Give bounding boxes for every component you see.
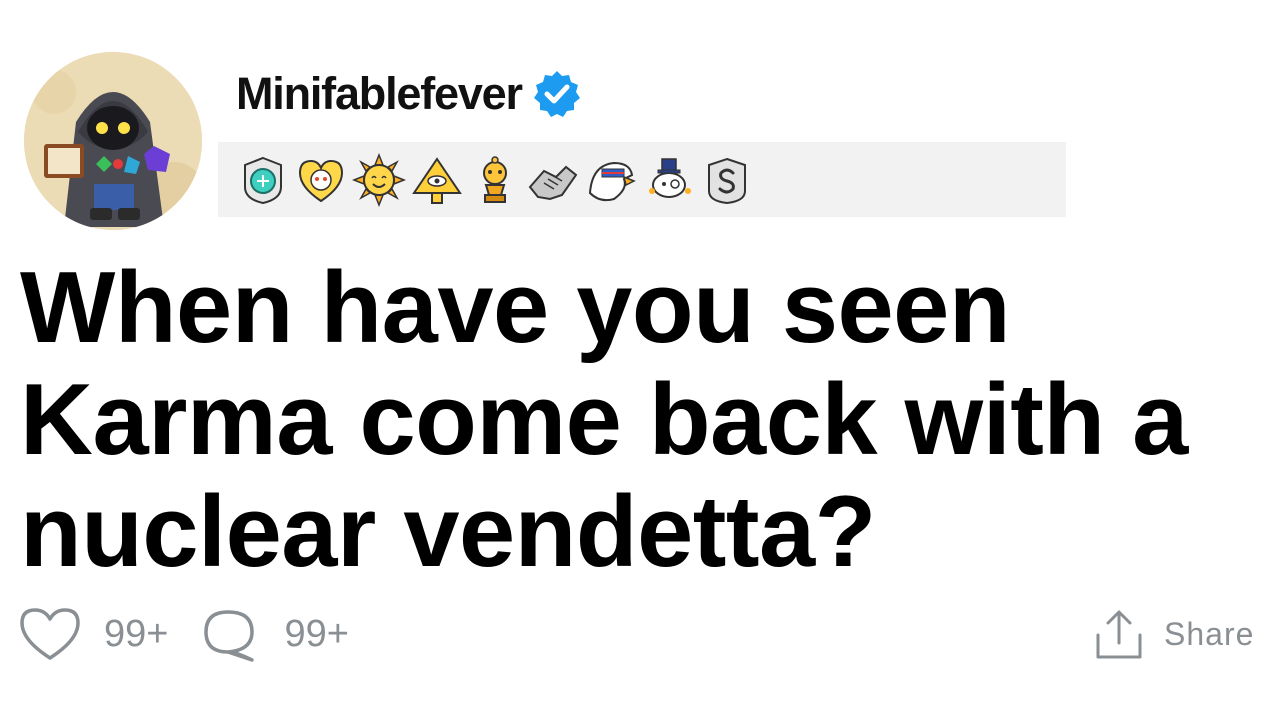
- hooded-figure-avatar-icon: [24, 52, 202, 230]
- wholesome-heart-award-icon[interactable]: [294, 153, 348, 207]
- comment-button[interactable]: 99+: [198, 606, 349, 662]
- action-bar: 99+ 99+: [18, 604, 379, 664]
- post-card: Minifablefever When have you seen Karma …: [0, 0, 1280, 720]
- handshake-award-icon[interactable]: [526, 153, 580, 207]
- share-upload-icon: [1096, 610, 1142, 659]
- share-label: Share: [1164, 615, 1255, 652]
- username[interactable]: Minifablefever: [236, 68, 523, 120]
- username-row: Minifablefever: [236, 66, 582, 122]
- gold-trophy-award-icon[interactable]: [468, 153, 522, 207]
- silver-s-award-icon[interactable]: [700, 153, 754, 207]
- like-button[interactable]: 99+: [18, 606, 168, 662]
- avatar[interactable]: [24, 52, 202, 230]
- awards-bar: [218, 142, 1066, 217]
- comment-bubble-icon: [204, 610, 255, 662]
- eye-pyramid-award-icon[interactable]: [410, 153, 464, 207]
- post-title[interactable]: When have you seen Karma come back with …: [20, 252, 1260, 588]
- gem-shield-award-icon[interactable]: [236, 153, 290, 207]
- snoo-gentleman-award-icon[interactable]: [642, 153, 696, 207]
- verified-badge-icon: [533, 71, 580, 117]
- heart-icon: [20, 608, 80, 660]
- comment-count: 99+: [284, 612, 349, 655]
- like-count: 99+: [104, 612, 169, 655]
- share-button[interactable]: Share: [1094, 604, 1254, 664]
- sun-face-award-icon[interactable]: [352, 152, 406, 207]
- eagle-award-icon[interactable]: [584, 153, 638, 207]
